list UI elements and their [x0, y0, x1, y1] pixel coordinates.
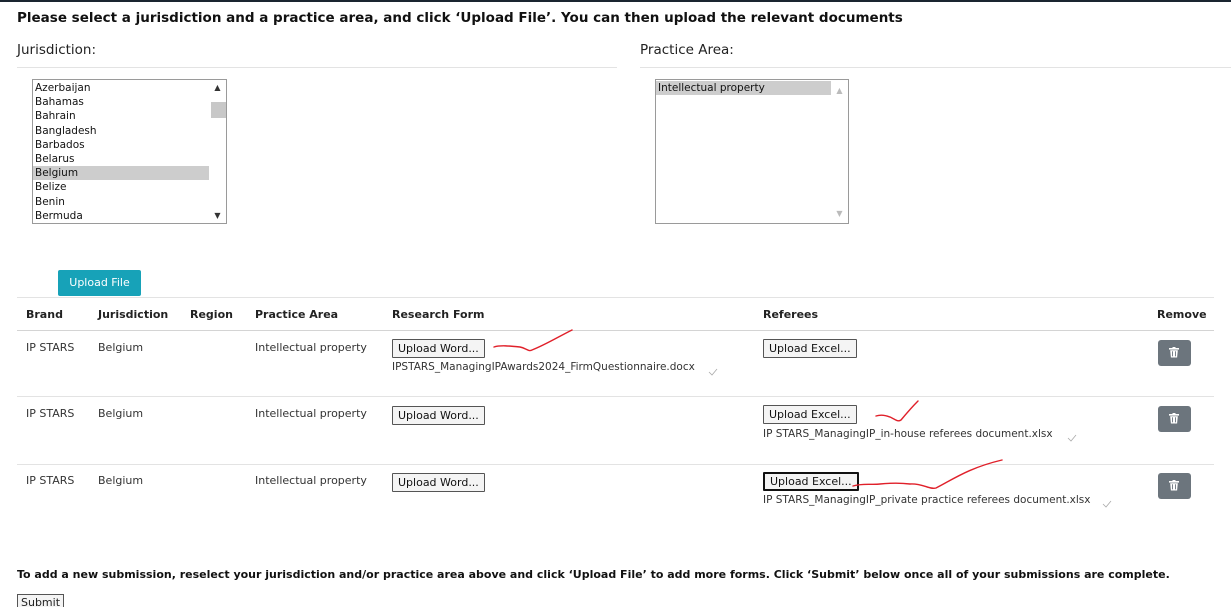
upload-word-button[interactable]: Upload Word... — [392, 339, 485, 358]
research-form-filename: IPSTARS_ManagingIPAwards2024_FirmQuestio… — [392, 361, 695, 373]
annotation-check-in-house — [875, 400, 919, 422]
column-header-brand: Brand — [26, 308, 63, 321]
trash-icon — [1169, 347, 1179, 358]
row-divider — [17, 396, 1214, 397]
column-header-remove: Remove — [1157, 308, 1207, 321]
jurisdiction-option[interactable]: Bahrain — [33, 109, 226, 123]
footer-instructions: To add a new submission, reselect your j… — [17, 568, 1170, 581]
instructions-heading: Please select a jurisdiction and a pract… — [17, 10, 903, 26]
upload-excel-button[interactable]: Upload Excel... — [763, 405, 857, 424]
practice-area-option-selected[interactable]: Intellectual property — [656, 81, 831, 96]
brand-cell: IP STARS — [26, 407, 75, 420]
practice-area-listbox[interactable]: Intellectual property ▲ ▼ — [655, 79, 849, 224]
remove-row-button[interactable] — [1158, 406, 1191, 432]
upload-word-button[interactable]: Upload Word... — [392, 406, 485, 425]
jurisdiction-option-selected[interactable]: Belgium — [33, 166, 226, 181]
row-divider — [17, 464, 1214, 465]
jurisdiction-option[interactable]: Bermuda — [33, 209, 226, 223]
column-header-region: Region — [190, 308, 233, 321]
jurisdiction-listbox[interactable]: Azerbaijan Bahamas Bahrain Bangladesh Ba… — [32, 79, 227, 224]
annotation-arrow-research-form — [493, 329, 573, 352]
practice-area-divider — [640, 67, 1231, 68]
column-header-practice-area: Practice Area — [255, 308, 339, 321]
jurisdiction-option[interactable]: Bahamas — [33, 95, 226, 109]
referees-filename: IP STARS_ManagingIP_in-house referees do… — [763, 428, 1053, 440]
annotation-tick-research — [708, 368, 718, 376]
remove-row-button[interactable] — [1158, 473, 1191, 499]
brand-cell: IP STARS — [26, 341, 75, 354]
jurisdiction-option[interactable]: Barbados — [33, 138, 226, 152]
table-header-divider — [17, 330, 1214, 331]
upload-excel-button-focused[interactable]: Upload Excel... — [763, 472, 859, 491]
upload-excel-button[interactable]: Upload Excel... — [763, 339, 857, 358]
practice-area-scrollbar[interactable]: ▲ ▼ — [831, 80, 848, 223]
remove-row-button[interactable] — [1158, 340, 1191, 366]
jurisdiction-option[interactable]: Belize — [33, 180, 226, 194]
practice-area-cell: Intellectual property — [255, 474, 367, 487]
jurisdiction-label: Jurisdiction: — [17, 42, 97, 58]
submit-button[interactable]: Submit — [17, 594, 65, 607]
scroll-thumb[interactable] — [211, 102, 226, 118]
column-header-referees: Referees — [763, 308, 819, 321]
practice-area-cell: Intellectual property — [255, 407, 367, 420]
brand-cell: IP STARS — [26, 474, 75, 487]
annotation-tick-in-house — [1067, 434, 1077, 442]
jurisdiction-option[interactable]: Benin — [33, 195, 226, 209]
scroll-up-arrow-icon[interactable]: ▲ — [209, 80, 226, 95]
practice-area-label: Practice Area: — [640, 42, 734, 58]
jurisdiction-divider — [17, 67, 617, 68]
jurisdiction-cell: Belgium — [98, 407, 144, 420]
top-border — [0, 0, 1231, 2]
upload-word-button[interactable]: Upload Word... — [392, 473, 485, 492]
jurisdiction-cell: Belgium — [98, 474, 144, 487]
trash-icon — [1169, 413, 1179, 424]
referees-filename: IP STARS_ManagingIP_private practice ref… — [763, 494, 1091, 506]
scroll-up-arrow-icon[interactable]: ▲ — [831, 83, 848, 98]
jurisdiction-cell: Belgium — [98, 341, 144, 354]
jurisdiction-option[interactable]: Belarus — [33, 152, 226, 166]
table-top-divider — [17, 297, 1214, 298]
column-header-research-form: Research Form — [392, 308, 485, 321]
jurisdiction-option[interactable]: Bangladesh — [33, 124, 226, 138]
annotation-tick-private — [1102, 500, 1112, 508]
column-header-jurisdiction: Jurisdiction — [98, 308, 169, 321]
trash-icon — [1169, 480, 1179, 491]
jurisdiction-option[interactable]: Azerbaijan — [33, 81, 226, 95]
scroll-down-arrow-icon[interactable]: ▼ — [831, 206, 848, 221]
upload-file-button[interactable]: Upload File — [58, 270, 141, 296]
scroll-down-arrow-icon[interactable]: ▼ — [209, 208, 226, 223]
practice-area-cell: Intellectual property — [255, 341, 367, 354]
jurisdiction-scrollbar[interactable]: ▲ ▼ — [209, 80, 226, 223]
